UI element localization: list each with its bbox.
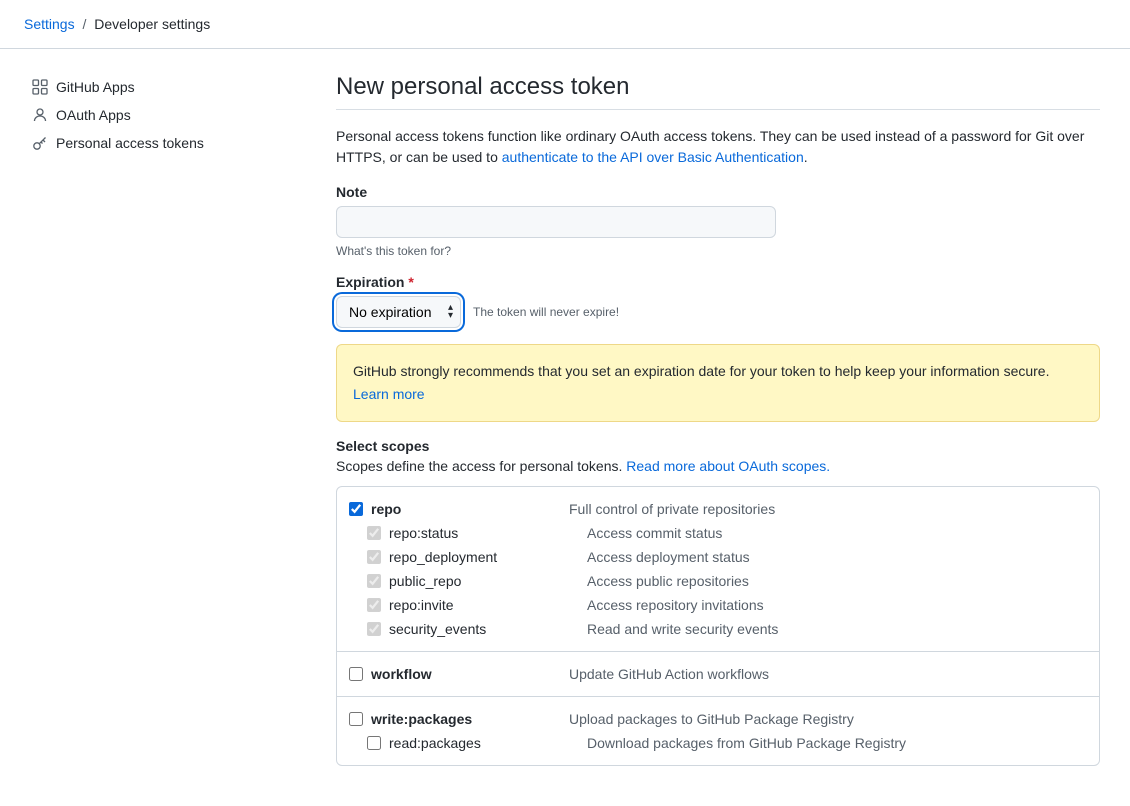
page-title: New personal access token (336, 73, 1100, 110)
scope-description: Full control of private repositories (569, 501, 775, 517)
scope-name: security_events (389, 621, 486, 637)
scope-checkbox-read-packages[interactable] (367, 736, 381, 750)
required-asterisk: * (408, 274, 413, 290)
scope-description: Upload packages to GitHub Package Regist… (569, 711, 854, 727)
intro-text-after: . (804, 149, 808, 165)
breadcrumb-settings-link[interactable]: Settings (24, 16, 75, 32)
scope-name: public_repo (389, 573, 461, 589)
scope-name: read:packages (389, 735, 481, 751)
scope-description: Download packages from GitHub Package Re… (587, 735, 906, 751)
scope-checkbox-write-packages[interactable] (349, 712, 363, 726)
scope-checkbox-repo-deployment (367, 550, 381, 564)
sidebar-item-oauth-apps[interactable]: OAuth Apps (24, 101, 320, 129)
sidebar-item-label: OAuth Apps (56, 107, 131, 123)
scope-group-write-packages: write:packages Upload packages to GitHub … (337, 697, 1099, 765)
scope-description: Access deployment status (587, 549, 750, 565)
scope-checkbox-security-events (367, 622, 381, 636)
scope-description: Access repository invitations (587, 597, 764, 613)
scope-checkbox-repo-status (367, 526, 381, 540)
scope-description: Update GitHub Action workflows (569, 666, 769, 682)
expiration-select[interactable]: No expiration (336, 296, 461, 328)
scope-checkbox-workflow[interactable] (349, 667, 363, 681)
scope-name: repo (371, 501, 401, 517)
note-group: Note What's this token for? (336, 184, 1100, 258)
scope-description: Read and write security events (587, 621, 778, 637)
breadcrumb: Settings / Developer settings (0, 0, 1130, 49)
breadcrumb-current: Developer settings (94, 16, 210, 32)
scopes-desc-text: Scopes define the access for personal to… (336, 458, 626, 474)
scope-row: read:packages Download packages from GitH… (349, 731, 1087, 755)
scope-name: workflow (371, 666, 432, 682)
warning-text: GitHub strongly recommends that you set … (353, 363, 1049, 379)
scope-row: workflow Update GitHub Action workflows (349, 662, 1087, 686)
sidebar-item-label: GitHub Apps (56, 79, 135, 95)
expiration-warning: GitHub strongly recommends that you set … (336, 344, 1100, 422)
main-content: New personal access token Personal acces… (320, 73, 1100, 782)
warning-learn-more-link[interactable]: Learn more (353, 384, 1083, 405)
intro-link[interactable]: authenticate to the API over Basic Authe… (502, 149, 804, 165)
scope-checkbox-repo-invite (367, 598, 381, 612)
sidebar-item-label: Personal access tokens (56, 135, 204, 151)
scope-name: repo:status (389, 525, 458, 541)
scope-name: write:packages (371, 711, 472, 727)
note-label: Note (336, 184, 1100, 200)
scope-row: repo_deployment Access deployment status (349, 545, 1087, 569)
scopes-section: Select scopes Scopes define the access f… (336, 438, 1100, 766)
person-icon (32, 107, 48, 123)
expiration-group: Expiration * No expiration ▴▾ The token … (336, 274, 1100, 328)
sidebar: GitHub Apps OAuth Apps Personal access t… (24, 73, 320, 782)
apps-icon (32, 79, 48, 95)
scope-row: repo Full control of private repositories (349, 497, 1087, 521)
scope-row: write:packages Upload packages to GitHub … (349, 707, 1087, 731)
scope-name: repo_deployment (389, 549, 497, 565)
scope-row: public_repo Access public repositories (349, 569, 1087, 593)
scope-row: repo:invite Access repository invitations (349, 593, 1087, 617)
sidebar-item-github-apps[interactable]: GitHub Apps (24, 73, 320, 101)
scopes-list: repo Full control of private repositories… (336, 486, 1100, 766)
scope-group-workflow: workflow Update GitHub Action workflows (337, 652, 1099, 697)
intro-paragraph: Personal access tokens function like ord… (336, 126, 1100, 168)
scopes-learn-more-link[interactable]: Read more about OAuth scopes. (626, 458, 830, 474)
scope-description: Access public repositories (587, 573, 749, 589)
note-hint: What's this token for? (336, 244, 1100, 258)
sidebar-item-personal-access-tokens[interactable]: Personal access tokens (24, 129, 320, 157)
key-icon (32, 135, 48, 151)
expiration-label: Expiration * (336, 274, 1100, 290)
scope-group-repo: repo Full control of private repositories… (337, 487, 1099, 652)
expiration-hint: The token will never expire! (473, 305, 619, 319)
expiration-label-text: Expiration (336, 274, 404, 290)
scope-description: Access commit status (587, 525, 722, 541)
scope-name: repo:invite (389, 597, 454, 613)
scopes-description: Scopes define the access for personal to… (336, 458, 1100, 474)
scope-checkbox-repo[interactable] (349, 502, 363, 516)
scopes-label: Select scopes (336, 438, 1100, 454)
scope-checkbox-public-repo (367, 574, 381, 588)
note-input[interactable] (336, 206, 776, 238)
scope-row: security_events Read and write security e… (349, 617, 1087, 641)
scope-row: repo:status Access commit status (349, 521, 1087, 545)
breadcrumb-separator: / (82, 16, 86, 32)
